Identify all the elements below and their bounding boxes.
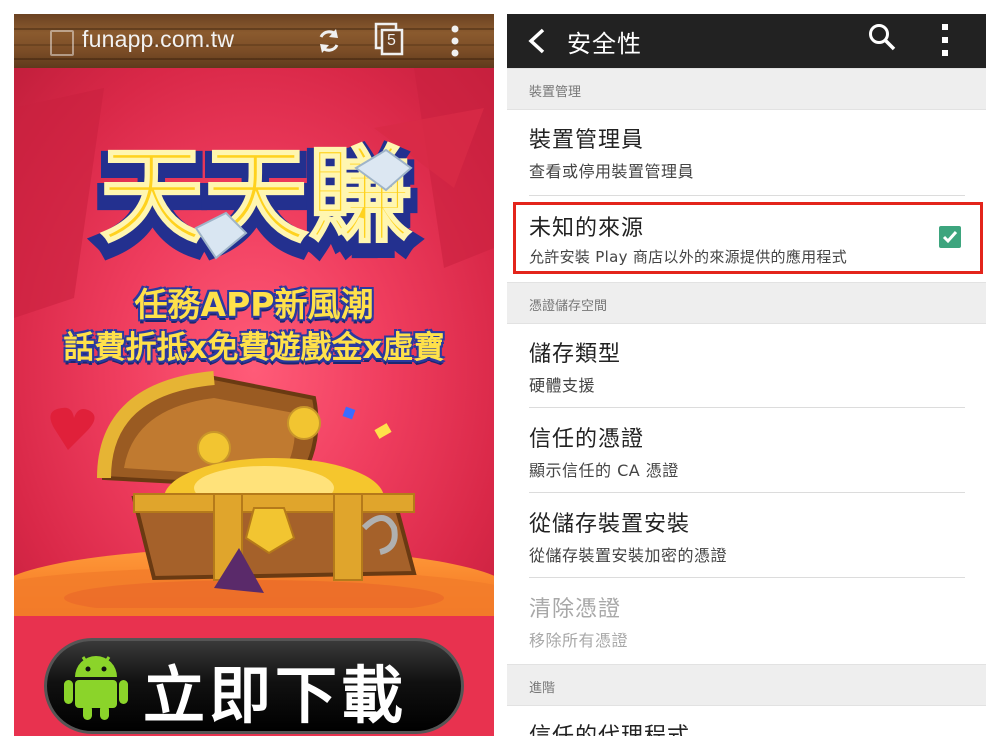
divider: [529, 492, 965, 493]
url-bar[interactable]: funapp.com.tw: [82, 26, 234, 53]
ad-tagline: 話費折抵x免費遊戲金x虛寶: [63, 330, 445, 366]
divider: [529, 407, 965, 408]
ad-banner[interactable]: 天天賺 天天賺 任務APP新風潮 話費折抵x免費遊戲金x虛寶: [14, 68, 494, 616]
divider: [529, 195, 965, 196]
list-item-device-administrators[interactable]: 裝置管理員 查看或停用裝置管理員: [507, 110, 986, 196]
tabs-icon[interactable]: 5: [374, 22, 406, 58]
section-header-device-admin: 裝置管理: [507, 68, 986, 110]
list-item-clear-credentials: 清除憑證 移除所有憑證: [507, 579, 986, 663]
ad-tagline: 任務APP新風潮: [134, 285, 374, 324]
list-item-trusted-credentials[interactable]: 信任的憑證 顯示信任的 CA 憑證: [507, 409, 986, 493]
action-bar: 安全性: [507, 14, 986, 68]
overflow-menu-icon[interactable]: [450, 24, 460, 58]
back-icon[interactable]: [527, 28, 547, 54]
item-title: 信任的代理程式: [529, 718, 690, 736]
settings-panel: 安全性 裝置管理 裝置管理員 查看或停用裝置管理員 未知的來源 允許安裝 Pla…: [507, 14, 986, 736]
page-icon: [50, 30, 74, 56]
download-area: 立即下載: [14, 616, 494, 736]
item-summary: 顯示信任的 CA 憑證: [529, 461, 679, 480]
ad-headline: 天天賺 天天賺: [92, 134, 420, 273]
section-header-advanced: 進階: [507, 664, 986, 706]
item-title: 信任的憑證: [529, 427, 645, 452]
item-title: 裝置管理員: [529, 128, 645, 153]
item-summary: 查看或停用裝置管理員: [529, 162, 695, 181]
browser-panel: funapp.com.tw 5 天天賺 天天賺 任務APP新風潮 話費折抵x免費…: [14, 14, 494, 736]
list-item-storage-type[interactable]: 儲存類型 硬體支援: [507, 324, 986, 408]
divider: [529, 577, 965, 578]
item-title: 清除憑證: [529, 597, 622, 622]
browser-toolbar: funapp.com.tw 5: [14, 14, 494, 68]
page-title: 安全性: [567, 30, 642, 58]
section-header-credential-storage: 憑證儲存空間: [507, 282, 986, 324]
item-summary: 移除所有憑證: [529, 631, 629, 650]
refresh-icon[interactable]: [314, 26, 344, 56]
tab-count: 5: [387, 32, 396, 49]
overflow-menu-icon[interactable]: [939, 22, 951, 58]
svg-text:天天賺: 天天賺: [100, 135, 412, 257]
highlight-box: [513, 202, 983, 274]
item-title: 儲存類型: [529, 342, 622, 367]
android-icon: [64, 656, 128, 720]
download-button[interactable]: 立即下載: [44, 638, 464, 734]
list-item-install-from-storage[interactable]: 從儲存裝置安裝 從儲存裝置安裝加密的憑證: [507, 494, 986, 578]
search-icon[interactable]: [867, 22, 897, 52]
treasure-chest-image: [64, 371, 444, 608]
list-item-trust-agents[interactable]: 信任的代理程式: [507, 706, 986, 736]
item-summary: 從儲存裝置安裝加密的憑證: [529, 546, 728, 565]
item-title: 從儲存裝置安裝: [529, 512, 691, 537]
item-summary: 硬體支援: [529, 376, 596, 395]
download-label: 立即下載: [143, 659, 408, 732]
